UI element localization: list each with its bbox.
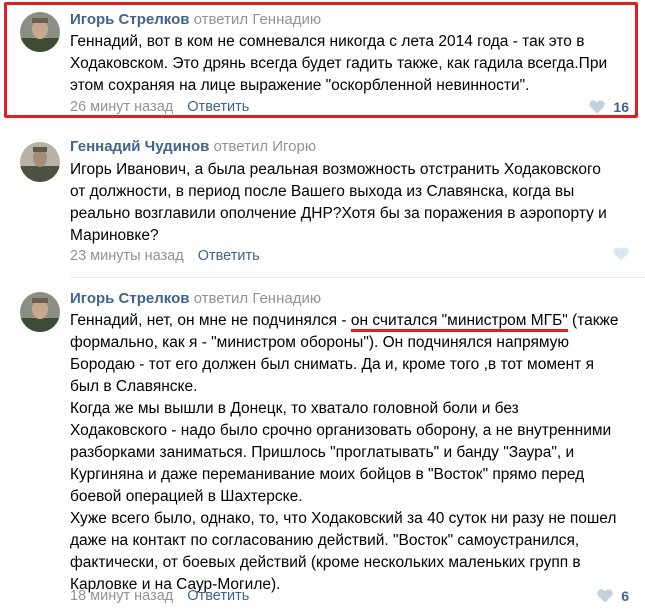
text-line: Геннадий, вот в ком не сомневался никогд… — [70, 33, 585, 50]
timestamp[interactable]: 23 минуты назад — [70, 248, 184, 264]
text-line: был в Славянске. — [70, 378, 198, 395]
text-segment: (также — [567, 312, 619, 329]
text-line: Когда же мы вышли в Донецк, то хватало г… — [70, 400, 519, 417]
like-count: 16 — [613, 99, 629, 115]
text-line: реально возглавили ополчение ДНР?Хотя бы… — [70, 205, 607, 222]
text-line: Мариновке? — [70, 227, 159, 244]
comment-meta: 18 минут назад Ответить — [70, 587, 249, 605]
heart-icon — [597, 589, 613, 603]
comment-1: Игорь Стрелков ответил Геннадию Геннадий… — [0, 0, 645, 122]
text-line: боевой операцией в Шахтерске. — [70, 488, 303, 505]
comment-header: Игорь Стрелков ответил Геннадию — [70, 290, 321, 308]
replied-to[interactable]: ответил Геннадию — [194, 290, 321, 307]
text-line: Кургиняна и даже переманивание моих бойц… — [70, 466, 585, 483]
like-button[interactable] — [613, 247, 629, 261]
replied-to[interactable]: ответил Геннадию — [194, 11, 321, 28]
text-line: Игорь Иванович, а была реальная возможно… — [70, 161, 601, 178]
replied-to[interactable]: ответил Игорю — [214, 138, 317, 155]
comment-text: Геннадий, вот в ком не сомневался никогд… — [70, 31, 630, 97]
reply-button[interactable]: Ответить — [187, 99, 249, 115]
like-button[interactable]: 16 — [589, 98, 629, 116]
like-button[interactable]: 6 — [597, 587, 629, 605]
heart-icon — [613, 247, 629, 261]
reply-button[interactable]: Ответить — [198, 248, 260, 264]
underlined-phrase: он считался "министром МГБ" — [350, 312, 568, 332]
comment-meta: 26 минут назад Ответить — [70, 98, 249, 116]
text-line: Геннадий, нет, он мне не подчинялся - он… — [70, 310, 630, 332]
timestamp[interactable]: 26 минут назад — [70, 99, 173, 115]
comment-meta: 23 минуты назад Ответить — [70, 247, 260, 265]
comment-header: Игорь Стрелков ответил Геннадию — [70, 11, 321, 29]
divider — [70, 277, 645, 278]
comment-2: Геннадий Чудинов ответил Игорю Игорь Ива… — [0, 130, 645, 278]
text-line: этом сохраняя на лице выражение "оскорбл… — [70, 77, 530, 94]
like-count: 6 — [621, 588, 629, 604]
text-line: формально, как я - "министром обороны").… — [70, 334, 570, 351]
text-line: Бородаю - тот его должен был снимать. Да… — [70, 356, 594, 373]
author-name[interactable]: Геннадий Чудинов — [70, 138, 209, 155]
text-line: Ходаковском. Это дрянь всегда будет гади… — [70, 55, 608, 72]
avatar[interactable] — [20, 142, 60, 182]
avatar[interactable] — [20, 12, 60, 52]
reply-button[interactable]: Ответить — [187, 588, 249, 604]
text-line: разборками заниматься. Пришлось "проглат… — [70, 444, 575, 461]
text-segment: Геннадий, нет, он мне не подчинялся - — [70, 312, 351, 329]
timestamp[interactable]: 18 минут назад — [70, 588, 173, 604]
author-name[interactable]: Игорь Стрелков — [70, 290, 189, 307]
comment-text: Игорь Иванович, а была реальная возможно… — [70, 159, 630, 247]
avatar[interactable] — [20, 292, 60, 332]
text-line: даже на контакт по согласованию действий… — [70, 532, 580, 549]
text-line: Хуже всего было, однако, то, что Ходаков… — [70, 510, 617, 527]
author-name[interactable]: Игорь Стрелков — [70, 11, 189, 28]
comment-text: Геннадий, нет, он мне не подчинялся - он… — [70, 310, 630, 596]
text-line: фактически, от боевых действий (кроме не… — [70, 554, 581, 571]
text-line: от должности, в период после Вашего выхо… — [70, 183, 575, 200]
comment-3: Игорь Стрелков ответил Геннадию Геннадий… — [0, 282, 645, 610]
comment-header: Геннадий Чудинов ответил Игорю — [70, 138, 316, 156]
heart-icon — [589, 100, 606, 114]
text-line: Ходаковского - надо было срочно организо… — [70, 422, 612, 439]
